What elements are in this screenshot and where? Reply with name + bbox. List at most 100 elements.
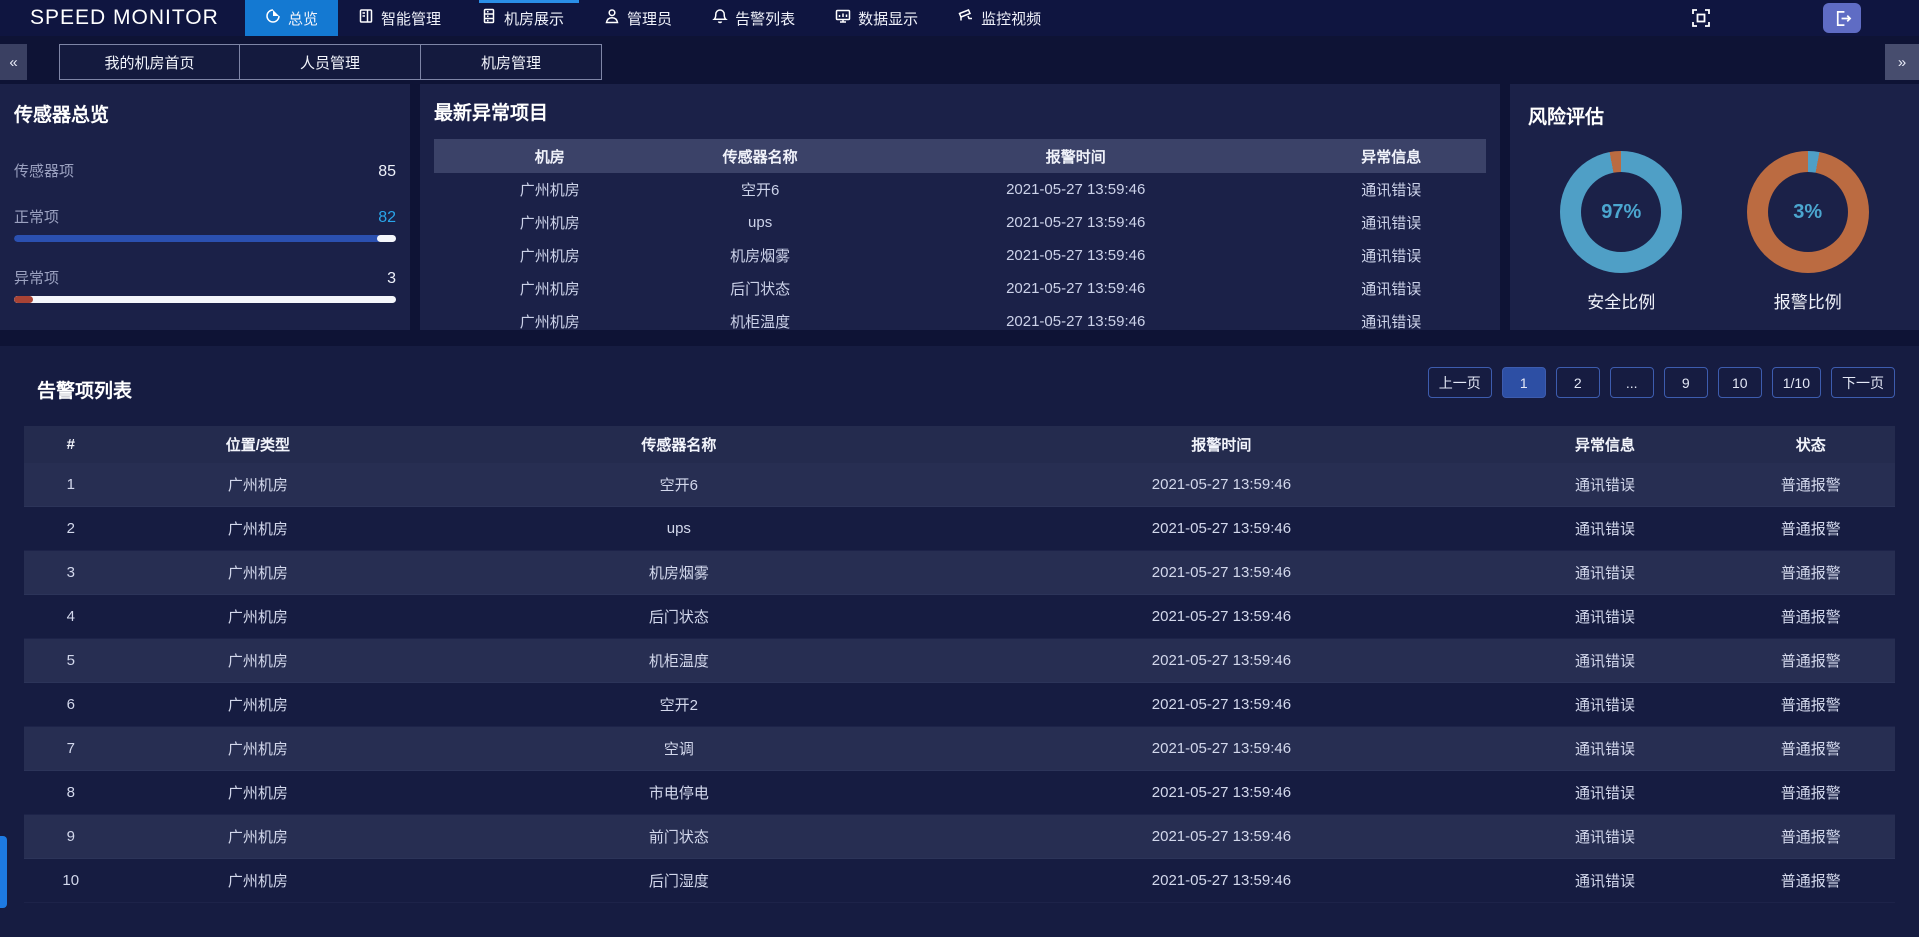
main-nav: 总览 智能管理 机房展示 管理员 告警列表 数据显示 监控视频 — [245, 0, 1061, 36]
alarm-table: # 位置/类型 传感器名称 报警时间 异常信息 状态 1广州机房空开62021-… — [24, 426, 1895, 903]
col-status: 状态 — [1727, 434, 1895, 455]
nav-label: 监控视频 — [981, 8, 1041, 29]
table-row: 10广州机房后门湿度2021-05-27 13:59:46通讯错误普通报警 — [24, 859, 1895, 903]
tab-room-manage[interactable]: 机房管理 — [421, 44, 602, 80]
alarm-table-header: # 位置/类型 传感器名称 报警时间 异常信息 状态 — [24, 426, 1895, 463]
sensor-normal-label: 正常项 — [14, 206, 59, 227]
col-error-info: 异常信息 — [1483, 434, 1726, 455]
nav-item-data-display[interactable]: 数据显示 — [815, 0, 938, 36]
table-row: 6广州机房空开22021-05-27 13:59:46通讯错误普通报警 — [24, 683, 1895, 727]
sensor-total-value: 85 — [378, 163, 396, 181]
page-tabs: 我的机房首页 人员管理 机房管理 — [59, 44, 602, 80]
data-display-icon — [835, 8, 851, 28]
top-navbar: SPEED MONITOR 总览 智能管理 机房展示 管理员 告警列表 数据显示 — [0, 0, 1919, 36]
sensor-overview-title: 传感器总览 — [14, 100, 396, 127]
alarm-ratio-chart: 3% 报警比例 — [1747, 151, 1869, 313]
nav-label: 管理员 — [627, 8, 672, 29]
sensor-abnormal-label: 异常项 — [14, 267, 59, 288]
page-button-ellipsis[interactable]: ... — [1610, 367, 1654, 398]
nav-label: 总览 — [288, 8, 318, 29]
pie-overview-icon — [265, 8, 281, 28]
col-alarm-time: 报警时间 — [855, 146, 1297, 167]
sensor-normal-value: 82 — [378, 209, 396, 227]
table-row: 5广州机房机柜温度2021-05-27 13:59:46通讯错误普通报警 — [24, 639, 1895, 683]
latest-abnormal-table: 机房 传感器名称 报警时间 异常信息 广州机房空开62021-05-27 13:… — [434, 139, 1486, 338]
nav-hover-indicator — [479, 0, 579, 3]
prev-page-button[interactable]: 上一页 — [1428, 367, 1492, 398]
col-sensor-name: 传感器名称 — [665, 146, 854, 167]
page-button-2[interactable]: 2 — [1556, 367, 1600, 398]
nav-label: 智能管理 — [381, 8, 441, 29]
tab-personnel-manage[interactable]: 人员管理 — [240, 44, 421, 80]
alarm-ratio-donut: 3% — [1747, 151, 1869, 273]
chevron-double-left-icon: « — [9, 54, 17, 71]
col-alarm-time: 报警时间 — [959, 434, 1483, 455]
page-button-1[interactable]: 1 — [1502, 367, 1546, 398]
alarm-list-title: 告警项列表 — [37, 376, 132, 403]
video-camera-icon — [958, 8, 974, 28]
pagination: 上一页 1 2 ... 9 10 1/10 下一页 — [1428, 367, 1895, 398]
topnav-actions — [1689, 0, 1919, 36]
tabs-scroll-left-button[interactable]: « — [0, 44, 27, 80]
page-button-9[interactable]: 9 — [1664, 367, 1708, 398]
latest-abnormal-panel: 最新异常项目 机房 传感器名称 报警时间 异常信息 广州机房空开62021-05… — [420, 84, 1500, 330]
alarm-list-section: 告警项列表 上一页 1 2 ... 9 10 1/10 下一页 # 位置/类型 … — [0, 346, 1919, 937]
risk-assessment-title: 风险评估 — [1528, 102, 1901, 129]
admin-icon — [604, 8, 620, 28]
table-row: 广州机房后门状态2021-05-27 13:59:46通讯错误 — [434, 272, 1486, 305]
tabs-scroll-right-button[interactable]: » — [1885, 44, 1919, 80]
abnormal-progress-bar — [14, 296, 396, 303]
table-row: 1广州机房空开62021-05-27 13:59:46通讯错误普通报警 — [24, 463, 1895, 507]
smart-manage-icon — [358, 8, 374, 28]
table-row: 9广州机房前门状态2021-05-27 13:59:46通讯错误普通报警 — [24, 815, 1895, 859]
app-title: SPEED MONITOR — [0, 6, 245, 30]
safe-ratio-chart: 97% 安全比例 — [1560, 151, 1682, 313]
col-sensor-name: 传感器名称 — [398, 434, 959, 455]
table-row: 7广州机房空调2021-05-27 13:59:46通讯错误普通报警 — [24, 727, 1895, 771]
risk-charts: 97% 安全比例 3% 报警比例 — [1528, 151, 1901, 313]
nav-label: 数据显示 — [858, 8, 918, 29]
alarm-ratio-value: 3% — [1793, 201, 1822, 224]
alarm-bell-icon — [712, 8, 728, 28]
col-room: 机房 — [434, 146, 665, 167]
latest-abnormal-title: 最新异常项目 — [434, 98, 1486, 125]
left-edge-scroll-indicator[interactable] — [0, 836, 7, 908]
table-row: 8广州机房市电停电2021-05-27 13:59:46通讯错误普通报警 — [24, 771, 1895, 815]
logout-button[interactable] — [1823, 3, 1861, 33]
nav-item-video-monitor[interactable]: 监控视频 — [938, 0, 1061, 36]
risk-assessment-panel: 风险评估 97% 安全比例 3% 报警比例 — [1510, 84, 1919, 330]
page-button-10[interactable]: 10 — [1718, 367, 1762, 398]
sensor-overview-panel: 传感器总览 传感器项 85 正常项 82 异常项 3 — [0, 84, 410, 330]
chevron-double-right-icon: » — [1898, 54, 1906, 71]
nav-item-alarm-list[interactable]: 告警列表 — [692, 0, 815, 36]
table-row: 广州机房空开62021-05-27 13:59:46通讯错误 — [434, 173, 1486, 206]
normal-progress-fill — [14, 235, 381, 242]
safe-ratio-caption: 安全比例 — [1587, 288, 1655, 313]
table-row: 3广州机房机房烟雾2021-05-27 13:59:46通讯错误普通报警 — [24, 551, 1895, 595]
table-row: 4广州机房后门状态2021-05-27 13:59:46通讯错误普通报警 — [24, 595, 1895, 639]
nav-item-room-display[interactable]: 机房展示 — [461, 0, 584, 36]
latest-abnormal-header: 机房 传感器名称 报警时间 异常信息 — [434, 139, 1486, 173]
nav-item-smart-manage[interactable]: 智能管理 — [338, 0, 461, 36]
normal-progress-bar — [14, 235, 396, 242]
nav-item-admin[interactable]: 管理员 — [584, 0, 692, 36]
subnav-bar: « 我的机房首页 人员管理 机房管理 » — [0, 36, 1919, 80]
page-indicator[interactable]: 1/10 — [1772, 367, 1821, 398]
sensor-total-label: 传感器项 — [14, 160, 74, 181]
col-index: # — [24, 436, 118, 453]
next-page-button[interactable]: 下一页 — [1831, 367, 1895, 398]
table-row: 2广州机房ups2021-05-27 13:59:46通讯错误普通报警 — [24, 507, 1895, 551]
table-row: 广州机房机房烟雾2021-05-27 13:59:46通讯错误 — [434, 239, 1486, 272]
normal-progress-thumb — [377, 235, 396, 242]
tab-my-room-home[interactable]: 我的机房首页 — [59, 44, 240, 80]
safe-ratio-donut: 97% — [1560, 151, 1682, 273]
fullscreen-button[interactable] — [1689, 6, 1713, 30]
col-location-type: 位置/类型 — [118, 434, 399, 455]
alarm-ratio-caption: 报警比例 — [1774, 288, 1842, 313]
nav-label: 告警列表 — [735, 8, 795, 29]
table-row: 广州机房ups2021-05-27 13:59:46通讯错误 — [434, 206, 1486, 239]
col-error-info: 异常信息 — [1297, 146, 1486, 167]
safe-ratio-value: 97% — [1601, 201, 1641, 224]
nav-item-overview[interactable]: 总览 — [245, 0, 338, 36]
nav-label: 机房展示 — [504, 8, 564, 29]
